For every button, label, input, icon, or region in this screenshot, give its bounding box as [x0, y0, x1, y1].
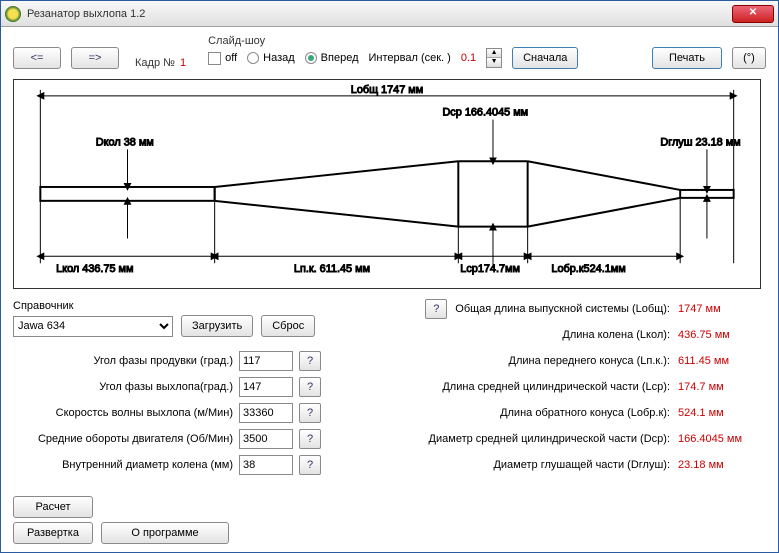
result-value-knee: 436.75 мм: [678, 329, 766, 341]
result-value-center: 174.7 мм: [678, 381, 766, 393]
param-input-exhaust-angle[interactable]: [239, 377, 293, 397]
help-button[interactable]: ?: [299, 455, 321, 475]
result-label-knee: Длина колена (Lкол):: [562, 329, 670, 341]
prev-frame-button[interactable]: <=: [13, 47, 61, 69]
result-label-dcp: Диаметр средней цилиндрической части (Dc…: [429, 433, 670, 445]
param-input-wave-speed[interactable]: [239, 403, 293, 423]
spinner-up-icon: ▲: [487, 49, 501, 58]
result-value-rear-cone: 524.1 мм: [678, 407, 766, 419]
slideshow-back-radio[interactable]: Назад: [247, 52, 295, 64]
expand-button[interactable]: Развертка: [13, 522, 93, 544]
result-value-total: 1747 мм: [678, 303, 766, 315]
degrees-button[interactable]: (°): [732, 47, 766, 69]
slideshow-off-checkbox[interactable]: off: [208, 52, 237, 65]
param-input-rpm[interactable]: [239, 429, 293, 449]
param-label-knee-diameter: Внутренний диаметр колена (мм): [13, 459, 233, 471]
svg-text:Lкол 436.75 мм: Lкол 436.75 мм: [56, 263, 133, 275]
load-button[interactable]: Загрузить: [181, 315, 253, 337]
window-title: Резанатор выхлопа 1.2: [27, 8, 732, 20]
reference-select[interactable]: Jawa 634: [13, 316, 173, 337]
result-label-front-cone: Длина переднего конуса (Lп.к.):: [509, 355, 670, 367]
svg-text:Dглуш 23.18 мм: Dглуш 23.18 мм: [660, 136, 740, 148]
reference-label: Справочник: [13, 300, 393, 312]
svg-text:Lп.к. 611.45 мм: Lп.к. 611.45 мм: [294, 263, 370, 275]
result-label-total: Общая длина выпускной системы (Lобщ):: [455, 303, 670, 315]
result-label-rear-cone: Длина обратного конуса (Lобр.к):: [500, 407, 670, 419]
calculate-button[interactable]: Расчет: [13, 496, 93, 518]
spinner-down-icon: ▼: [487, 58, 501, 67]
param-label-exhaust-angle: Угол фазы выхлопа(град.): [13, 381, 233, 393]
param-input-purge-angle[interactable]: [239, 351, 293, 371]
app-icon: [5, 6, 21, 22]
print-button[interactable]: Печать: [652, 47, 722, 69]
interval-spinner[interactable]: ▲▼: [486, 48, 502, 68]
titlebar: Резанатор выхлопа 1.2 ✕: [1, 1, 778, 27]
svg-text:Lобр.к524.1мм: Lобр.к524.1мм: [551, 263, 625, 275]
svg-text:Dкол 38 мм: Dкол 38 мм: [96, 136, 154, 148]
param-label-wave-speed: Скоростсь волны выхлопа (м/Мин): [13, 407, 233, 419]
slideshow-forward-radio[interactable]: Вперед: [305, 52, 359, 64]
help-button[interactable]: ?: [299, 403, 321, 423]
next-frame-button[interactable]: =>: [71, 47, 119, 69]
interval-value: 0.1: [461, 52, 476, 64]
close-button[interactable]: ✕: [732, 5, 774, 23]
interval-label: Интервал (сек. ): [369, 52, 451, 64]
svg-text:Lобщ 1747 мм: Lобщ 1747 мм: [351, 84, 423, 96]
param-input-knee-diameter[interactable]: [239, 455, 293, 475]
reset-button[interactable]: Сброс: [261, 315, 315, 337]
frame-label: Кадр № 1: [135, 57, 186, 69]
slideshow-label: Слайд-шоу: [208, 35, 578, 47]
help-button[interactable]: ?: [425, 299, 447, 319]
param-label-rpm: Средние обороты двигателя (Об/Мин): [13, 433, 233, 445]
help-button[interactable]: ?: [299, 351, 321, 371]
exhaust-diagram: Lобщ 1747 мм: [13, 79, 761, 289]
param-label-purge-angle: Угол фазы продувки (град.): [13, 355, 233, 367]
frame-number: 1: [180, 57, 186, 69]
result-value-dglush: 23.18 мм: [678, 459, 766, 471]
help-button[interactable]: ?: [299, 429, 321, 449]
svg-text:Dcp 166.4045 мм: Dcp 166.4045 мм: [442, 107, 528, 119]
svg-text:Lcp174.7мм: Lcp174.7мм: [460, 263, 520, 275]
result-value-front-cone: 611.45 мм: [678, 355, 766, 367]
about-button[interactable]: О программе: [101, 522, 229, 544]
result-value-dcp: 166.4045 мм: [678, 433, 766, 445]
help-button[interactable]: ?: [299, 377, 321, 397]
restart-button[interactable]: Сначала: [512, 47, 578, 69]
result-label-center: Длина средней цилиндрической части (Lcp)…: [442, 381, 670, 393]
result-label-dglush: Диаметр глушащей части (Dглуш):: [493, 459, 670, 471]
